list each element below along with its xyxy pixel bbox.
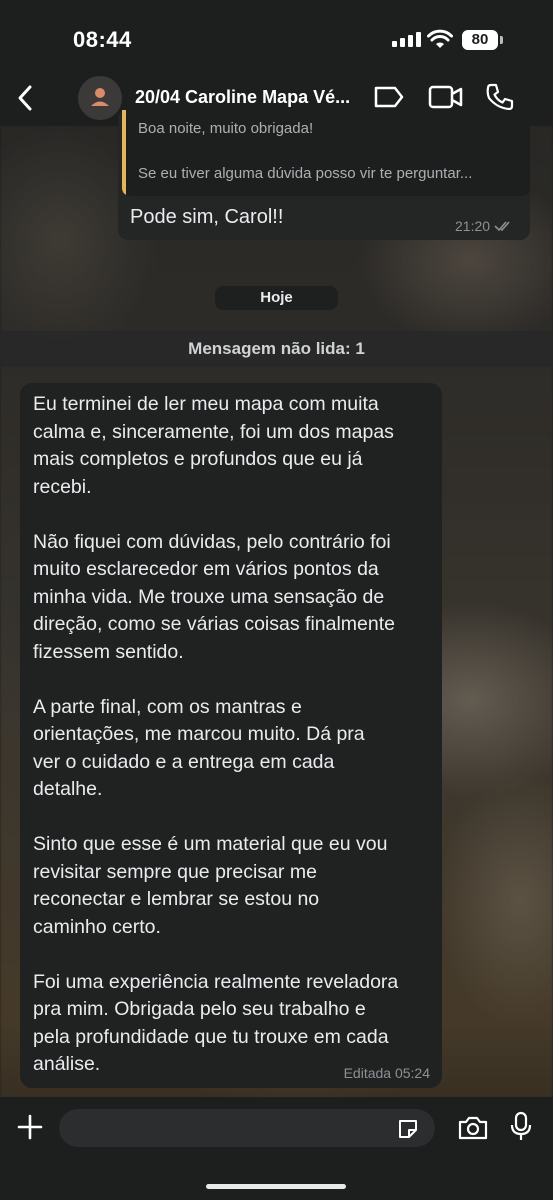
phone-icon[interactable]: [485, 82, 515, 112]
outgoing-message-time: 21:20: [455, 218, 491, 234]
date-separator: Hoje: [215, 286, 338, 310]
unread-banner: Mensagem não lida: 1: [0, 331, 553, 367]
message-paragraph: Não fiquei com dúvidas, pelo contrário f…: [33, 530, 395, 663]
mic-icon[interactable]: [509, 1111, 533, 1143]
avatar[interactable]: [78, 76, 122, 120]
battery-icon: 80: [462, 30, 498, 50]
wifi-icon: [427, 29, 453, 48]
cellular-signal-icon: [392, 32, 421, 47]
plus-icon[interactable]: [16, 1113, 44, 1141]
message-paragraph: Sinto que esse é um material que eu vou …: [33, 833, 388, 938]
incoming-message-text: Eu terminei de ler meu mapa com muita ca…: [33, 391, 433, 1079]
quoted-line-2: Se eu tiver alguma dúvida posso vir te p…: [138, 165, 473, 182]
contact-name[interactable]: 20/04 Caroline Mapa Vé...: [135, 87, 360, 108]
label-icon[interactable]: [373, 82, 405, 112]
incoming-message-bubble[interactable]: Eu terminei de ler meu mapa com muita ca…: [20, 383, 442, 1088]
sticker-icon[interactable]: [396, 1117, 420, 1141]
status-time: 08:44: [73, 27, 132, 52]
message-paragraph: A parte final, com os mantras e orientaç…: [33, 695, 365, 801]
quoted-line-1: Boa noite, muito obrigada!: [138, 120, 314, 137]
outgoing-message-text: Pode sim, Carol!!: [130, 206, 284, 228]
video-call-icon[interactable]: [428, 82, 464, 112]
battery-level: 80: [471, 31, 489, 48]
incoming-message-meta: Editada 05:24: [343, 1065, 430, 1081]
back-icon[interactable]: [12, 82, 42, 114]
status-bar: 08:44 80: [0, 0, 553, 70]
message-input[interactable]: [59, 1109, 435, 1147]
quote-accent-bar: [122, 110, 126, 196]
outgoing-message-meta: 21:20: [455, 218, 514, 234]
message-paragraph: Foi uma experiência realmente reveladora…: [33, 970, 399, 1076]
battery-tip: [500, 36, 503, 44]
message-paragraph: Eu terminei de ler meu mapa com muita ca…: [33, 393, 394, 498]
camera-icon[interactable]: [457, 1114, 489, 1142]
person-icon: [91, 88, 109, 106]
quoted-message[interactable]: Boa noite, muito obrigada! Se eu tiver a…: [122, 110, 530, 196]
double-check-icon: [494, 221, 510, 232]
home-indicator: [206, 1184, 346, 1189]
